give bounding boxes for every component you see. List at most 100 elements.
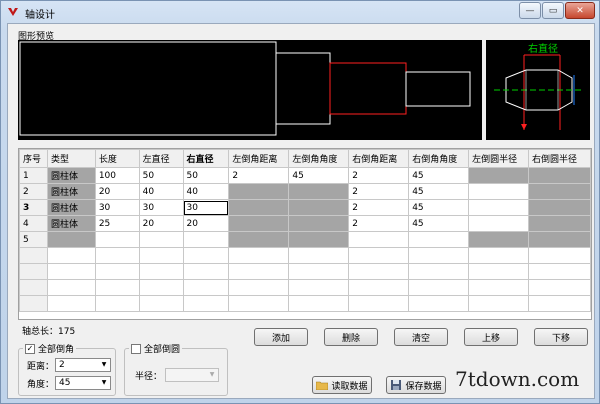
- cell-left-chamfer-distance[interactable]: [228, 215, 290, 232]
- cell-right-fillet-radius[interactable]: [528, 183, 591, 200]
- col-header-left-fillet-radius[interactable]: 左倒圆半径: [468, 149, 530, 168]
- cell-left-fillet-radius[interactable]: [468, 183, 530, 200]
- add-button[interactable]: 添加: [254, 328, 308, 346]
- chevron-down-icon: ▼: [209, 371, 215, 378]
- cell-length[interactable]: 25: [94, 215, 140, 232]
- table-row[interactable]: 5: [19, 231, 591, 248]
- col-header-right-diameter[interactable]: 右直径: [182, 149, 230, 168]
- cell-length[interactable]: 30: [94, 199, 140, 216]
- minimize-button[interactable]: —: [519, 2, 541, 19]
- cell-left-diameter[interactable]: 30: [138, 199, 184, 216]
- cell-left-fillet-radius[interactable]: [468, 215, 530, 232]
- watermark-text: 7tdown.com: [455, 367, 580, 391]
- cell-type[interactable]: 圆柱体: [46, 199, 96, 216]
- cell-type[interactable]: 圆柱体: [46, 167, 96, 184]
- col-header-right-chamfer-distance[interactable]: 右倒角距离: [348, 149, 410, 168]
- cell-left-chamfer-angle[interactable]: [288, 183, 350, 200]
- cell-right-diameter[interactable]: [182, 231, 230, 248]
- segment-3-outline: [329, 62, 407, 115]
- cell-left-chamfer-angle[interactable]: [288, 199, 350, 216]
- fillet-group-legend: 全部倒圆: [129, 342, 183, 355]
- col-header-left-diameter[interactable]: 左直径: [138, 149, 184, 168]
- empty-row: [19, 295, 591, 312]
- all-chamfer-checkbox[interactable]: ✓: [25, 343, 35, 354]
- cell-left-diameter[interactable]: 20: [138, 215, 184, 232]
- cell-left-chamfer-distance[interactable]: [228, 183, 290, 200]
- cell-type[interactable]: 圆柱体: [46, 215, 96, 232]
- cell-left-chamfer-distance[interactable]: 2: [228, 167, 290, 184]
- cell-right-diameter[interactable]: 20: [182, 215, 230, 232]
- chamfer-angle-label: 角度：: [27, 380, 55, 390]
- cell-left-fillet-radius[interactable]: [468, 231, 530, 248]
- move-down-button[interactable]: 下移: [534, 328, 588, 346]
- cell-right-chamfer-distance[interactable]: 2: [348, 215, 410, 232]
- save-data-button[interactable]: 保存数据: [386, 376, 446, 394]
- read-data-button[interactable]: 读取数据: [312, 376, 372, 394]
- cell-right-chamfer-angle[interactable]: [408, 231, 470, 248]
- cell-left-diameter[interactable]: [138, 231, 184, 248]
- cell-right-fillet-radius[interactable]: [528, 199, 591, 216]
- clear-button[interactable]: 清空: [394, 328, 448, 346]
- cross-section-preview: 右直径: [486, 40, 590, 140]
- cell-right-fillet-radius[interactable]: [528, 231, 591, 248]
- cell-length[interactable]: [94, 231, 140, 248]
- cell-right-chamfer-distance[interactable]: 2: [348, 167, 410, 184]
- cell-left-diameter[interactable]: 40: [138, 183, 184, 200]
- move-up-button[interactable]: 上移: [464, 328, 518, 346]
- cell-left-fillet-radius[interactable]: [468, 167, 530, 184]
- cell-right-fillet-radius[interactable]: [528, 215, 591, 232]
- cell-right-chamfer-angle[interactable]: 45: [408, 199, 470, 216]
- all-fillet-checkbox[interactable]: [131, 343, 141, 354]
- fillet-radius-label: 半径：: [135, 372, 163, 382]
- chamfer-distance-value: 2: [59, 360, 65, 370]
- delete-button[interactable]: 删除: [324, 328, 378, 346]
- cell-right-fillet-radius[interactable]: [528, 167, 591, 184]
- chamfer-angle-value: 45: [59, 378, 71, 388]
- cell-right-diameter[interactable]: 30: [182, 199, 230, 216]
- cell-right-chamfer-angle[interactable]: 45: [408, 215, 470, 232]
- cell-right-chamfer-distance[interactable]: [348, 231, 410, 248]
- table-row[interactable]: 4 圆柱体 25 20 20 2 45: [19, 215, 591, 232]
- row-index[interactable]: 3: [19, 199, 48, 216]
- row-index[interactable]: 2: [19, 183, 48, 200]
- segment-grid[interactable]: 序号 类型 长度 左直径 右直径 左倒角距离 左倒角角度 右倒角距离 右倒角角度…: [18, 148, 592, 320]
- close-button[interactable]: ✕: [565, 2, 595, 19]
- table-row[interactable]: 2 圆柱体 20 40 40 2 45: [19, 183, 591, 200]
- restore-button[interactable]: ▭: [542, 2, 564, 19]
- row-index[interactable]: 1: [19, 167, 48, 184]
- cell-length[interactable]: 20: [94, 183, 140, 200]
- table-row[interactable]: 1 圆柱体 100 50 50 2 45 2 45: [19, 167, 591, 184]
- close-icon: ✕: [576, 5, 584, 16]
- col-header-length[interactable]: 长度: [94, 149, 140, 168]
- row-index[interactable]: 4: [19, 215, 48, 232]
- cell-right-diameter[interactable]: 50: [182, 167, 230, 184]
- cell-left-chamfer-angle[interactable]: [288, 215, 350, 232]
- cell-type[interactable]: 圆柱体: [46, 183, 96, 200]
- shaft-total-length: 轴总长：175: [22, 324, 75, 337]
- row-index[interactable]: 5: [19, 231, 48, 248]
- cell-left-fillet-radius[interactable]: [468, 199, 530, 216]
- col-header-right-chamfer-angle[interactable]: 右倒角角度: [408, 149, 470, 168]
- fillet-radius-select[interactable]: ▼: [165, 368, 219, 382]
- cell-right-chamfer-distance[interactable]: 2: [348, 183, 410, 200]
- col-header-right-fillet-radius[interactable]: 右倒圆半径: [528, 149, 591, 168]
- cell-left-chamfer-distance[interactable]: [228, 199, 290, 216]
- folder-icon: [316, 381, 329, 390]
- cell-type[interactable]: [46, 231, 96, 248]
- cell-right-chamfer-angle[interactable]: 45: [408, 167, 470, 184]
- cell-right-chamfer-distance[interactable]: 2: [348, 199, 410, 216]
- col-header-left-chamfer-distance[interactable]: 左倒角距离: [228, 149, 290, 168]
- table-row[interactable]: 3 圆柱体 30 30 30 2 45: [19, 199, 591, 216]
- col-header-type[interactable]: 类型: [46, 149, 96, 168]
- cell-left-chamfer-distance[interactable]: [228, 231, 290, 248]
- cell-right-chamfer-angle[interactable]: 45: [408, 183, 470, 200]
- cell-left-chamfer-angle[interactable]: 45: [288, 167, 350, 184]
- col-header-left-chamfer-angle[interactable]: 左倒角角度: [288, 149, 350, 168]
- chamfer-angle-select[interactable]: 45 ▼: [55, 376, 111, 390]
- cell-left-chamfer-angle[interactable]: [288, 231, 350, 248]
- cell-left-diameter[interactable]: 50: [138, 167, 184, 184]
- cell-right-diameter[interactable]: 40: [182, 183, 230, 200]
- col-header-index[interactable]: 序号: [19, 149, 48, 168]
- chamfer-distance-select[interactable]: 2 ▼: [55, 358, 111, 372]
- cell-length[interactable]: 100: [94, 167, 140, 184]
